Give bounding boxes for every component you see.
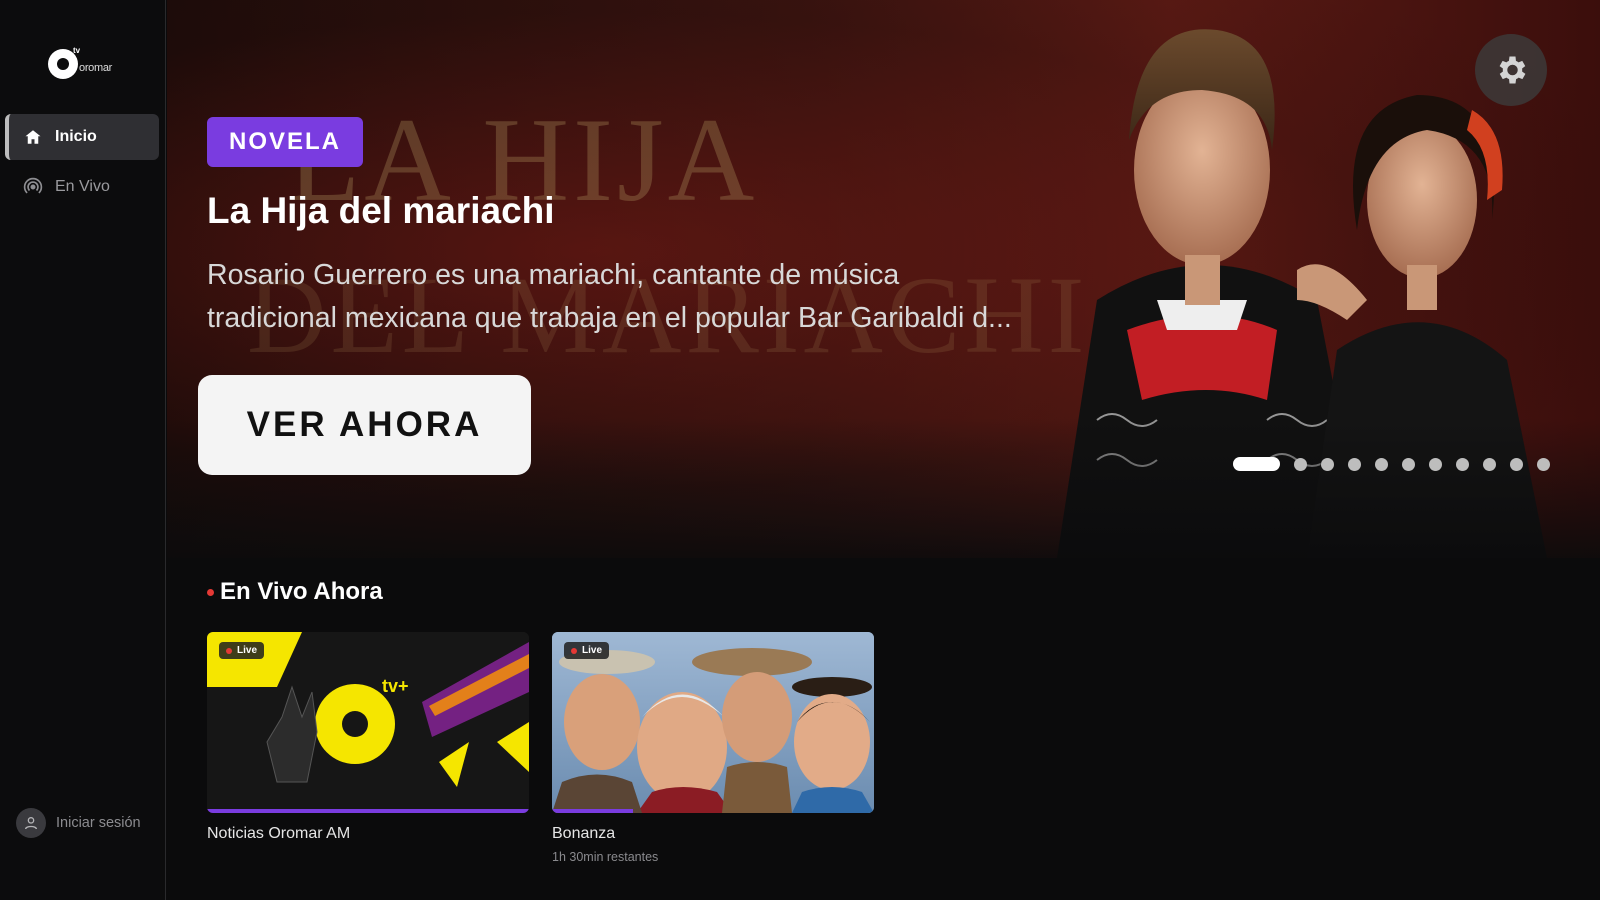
hero-banner[interactable]: LA HIJA DEL MARIACHI NOVELA La Hija del … (167, 0, 1600, 558)
section-title-live-now: En Vivo Ahora (207, 578, 383, 606)
logo-superscript: tv (73, 46, 81, 55)
carousel-dot[interactable] (1348, 457, 1361, 471)
live-badge-label: Live (582, 645, 603, 656)
settings-button[interactable] (1475, 34, 1547, 106)
sidebar-item-label: Inicio (55, 128, 97, 145)
card-title: Noticias Oromar AM (207, 825, 351, 842)
live-dot-icon (571, 647, 577, 654)
carousel-dot[interactable] (1510, 457, 1523, 471)
card-thumbnail: tv+ Live (207, 632, 529, 813)
carousel-dot[interactable] (1233, 457, 1280, 471)
logo-text: oromar (79, 62, 113, 74)
carousel-dot[interactable] (1321, 457, 1334, 471)
carousel-dot[interactable] (1537, 457, 1550, 471)
card-time-remaining: 1h 30min restantes (552, 850, 659, 864)
hero-description-line-2: tradicional mexicana que trabaja en el p… (207, 302, 1012, 334)
home-icon (23, 127, 43, 147)
progress-bar (207, 809, 529, 813)
section-title-label: En Vivo Ahora (220, 578, 383, 605)
carousel-dot[interactable] (1456, 457, 1469, 471)
gear-icon (1499, 56, 1526, 84)
sidebar-item-en-vivo[interactable]: En Vivo (5, 164, 159, 210)
login-button[interactable]: Iniciar sesión (16, 808, 141, 838)
carousel-indicator (1233, 457, 1564, 471)
live-card-bonanza[interactable]: Live Bonanza 1h 30min restantes (552, 632, 874, 864)
user-icon (16, 808, 46, 838)
hero-title: La Hija del mariachi (207, 190, 555, 231)
svg-text:tv+: tv+ (382, 676, 409, 696)
live-card-noticias[interactable]: tv+ Live Noticias Oromar AM (207, 632, 529, 843)
live-badge-label: Live (237, 645, 258, 656)
progress-bar (552, 809, 633, 813)
watch-now-button[interactable]: VER AHORA (198, 375, 531, 475)
oromar-tv-artwork: tv+ (207, 632, 529, 813)
carousel-dot[interactable] (1429, 457, 1442, 471)
carousel-dot[interactable] (1483, 457, 1496, 471)
genre-badge: NOVELA (207, 117, 364, 167)
card-title: Bonanza (552, 825, 616, 842)
carousel-dot[interactable] (1294, 457, 1307, 471)
hero-description-line-1: Rosario Guerrero es una mariachi, cantan… (207, 259, 900, 291)
oromar-logo: tv oromar (48, 46, 118, 80)
live-badge: Live (564, 642, 610, 659)
live-dot-icon (207, 588, 214, 596)
sidebar-item-inicio[interactable]: Inicio (5, 114, 159, 160)
live-badge: Live (219, 642, 265, 659)
carousel-dot[interactable] (1375, 457, 1388, 471)
sidebar-item-label: En Vivo (55, 178, 110, 195)
sidebar: tv oromar Inicio En Vivo Iniciar sesión (0, 0, 166, 900)
login-label: Iniciar sesión (56, 815, 141, 831)
broadcast-icon (23, 177, 43, 197)
card-thumbnail: Live (552, 632, 874, 813)
hero-description: Rosario Guerrero es una mariachi, cantan… (207, 254, 1067, 340)
carousel-dot[interactable] (1402, 457, 1415, 471)
bonanza-artwork (552, 632, 874, 813)
live-dot-icon (226, 647, 232, 654)
